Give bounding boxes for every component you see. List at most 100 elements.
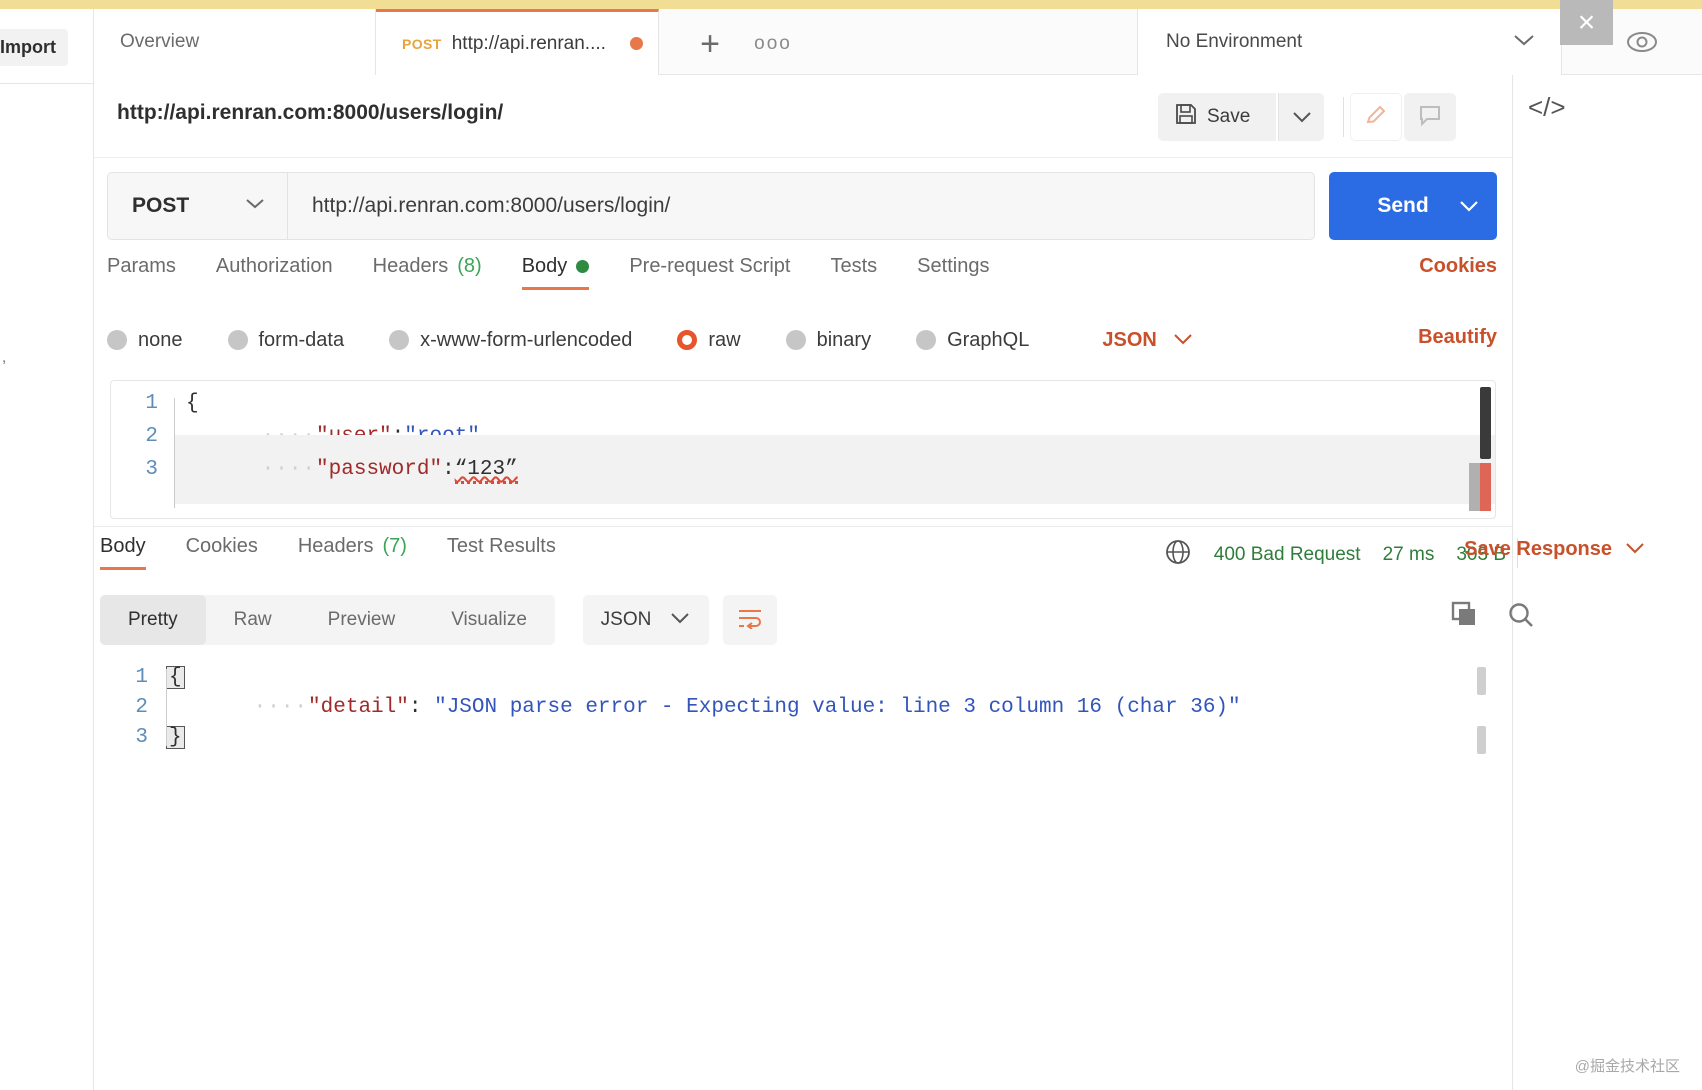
save-options-button[interactable] xyxy=(1278,93,1324,141)
response-time: 27 ms xyxy=(1383,544,1435,566)
tab-overview[interactable]: Overview xyxy=(94,9,376,75)
body-type-graphql-label: GraphQL xyxy=(947,329,1029,352)
body-type-selector: none form-data x-www-form-urlencoded raw… xyxy=(107,320,1497,360)
eye-icon[interactable] xyxy=(1622,25,1662,59)
body-language-selector[interactable]: JSON xyxy=(1102,329,1194,352)
chevron-down-icon xyxy=(669,609,691,631)
tab-tests[interactable]: Tests xyxy=(810,255,897,290)
body-type-none[interactable]: none xyxy=(107,329,183,352)
response-tab-body[interactable]: Body xyxy=(100,535,166,570)
format-visualize[interactable]: Visualize xyxy=(423,595,555,645)
response-tab-cookies[interactable]: Cookies xyxy=(166,535,278,570)
body-type-raw[interactable]: raw xyxy=(677,329,740,352)
editor-scrollbar-track xyxy=(1469,463,1480,511)
indent-dots: ···· xyxy=(262,458,316,481)
editor-scrollbar-thumb[interactable] xyxy=(1480,387,1491,459)
floppy-disk-icon xyxy=(1175,103,1197,131)
response-format-tabs: Pretty Raw Preview Visualize xyxy=(100,595,555,645)
save-button-label: Save xyxy=(1207,106,1250,128)
code-line-with-error: 3 ····"password":“123” xyxy=(111,453,1495,486)
response-scrollbar-thumb-bottom[interactable] xyxy=(1477,726,1486,754)
request-body-editor[interactable]: 1 { 2 ····"user":"root", 3 ····"password… xyxy=(110,380,1496,519)
tab-request-active[interactable]: POST http://api.renran.... xyxy=(376,9,659,75)
left-sidebar-rail: Import , xyxy=(0,9,94,1090)
headers-count-badge: (8) xyxy=(457,255,481,278)
line-number: 2 xyxy=(100,696,166,719)
response-scrollbar-thumb-top[interactable] xyxy=(1477,667,1486,695)
tab-headers[interactable]: Headers (8) xyxy=(353,255,502,290)
tab-tests-label: Tests xyxy=(830,255,877,278)
radio-selected-icon xyxy=(677,330,697,350)
code-content: ····"password":“123” xyxy=(174,435,1495,504)
wrap-text-icon xyxy=(737,607,763,634)
window-close-button[interactable]: × xyxy=(1560,0,1613,45)
tab-params[interactable]: Params xyxy=(107,255,196,290)
tab-pre-request-script[interactable]: Pre-request Script xyxy=(609,255,810,290)
send-options-button[interactable] xyxy=(1440,172,1497,240)
radio-icon xyxy=(107,330,127,350)
response-status-group: 400 Bad Request 27 ms 303 B xyxy=(1164,538,1506,572)
response-language-selector[interactable]: JSON xyxy=(583,595,709,645)
response-language-label: JSON xyxy=(601,609,652,631)
response-tab-body-label: Body xyxy=(100,535,146,558)
json-value: "JSON parse error - Expecting value: lin… xyxy=(434,696,1241,719)
body-type-graphql[interactable]: GraphQL xyxy=(916,329,1029,352)
search-icon[interactable] xyxy=(1506,600,1536,635)
format-preview[interactable]: Preview xyxy=(300,595,424,645)
chevron-down-icon xyxy=(1511,32,1537,53)
environment-selector[interactable]: No Environment xyxy=(1137,9,1562,75)
save-button[interactable]: Save xyxy=(1158,93,1276,141)
radio-icon xyxy=(389,330,409,350)
tab-authorization[interactable]: Authorization xyxy=(196,255,353,290)
body-present-dot-icon xyxy=(576,260,589,273)
tab-overflow-menu-button[interactable]: ooo xyxy=(748,27,798,61)
tab-overview-label: Overview xyxy=(120,31,199,53)
response-tab-test-results[interactable]: Test Results xyxy=(427,535,576,570)
save-response-label: Save Response xyxy=(1464,538,1612,561)
pencil-icon xyxy=(1364,103,1388,132)
response-code-content: ····"detail": "JSON parse error - Expect… xyxy=(166,673,1241,742)
chevron-down-icon xyxy=(243,196,267,216)
format-raw[interactable]: Raw xyxy=(206,595,300,645)
response-tab-test-results-label: Test Results xyxy=(447,535,556,558)
request-title: http://api.renran.com:8000/users/login/ xyxy=(117,101,503,125)
import-button[interactable]: Import xyxy=(0,29,68,66)
json-key: "detail" xyxy=(308,696,409,719)
response-body-viewer[interactable]: 1 { 2 ····"detail": "JSON parse error - … xyxy=(100,662,1500,782)
editor-scrollbar[interactable] xyxy=(1480,387,1491,512)
line-number: 1 xyxy=(111,392,174,415)
body-language-label: JSON xyxy=(1102,329,1156,352)
edit-documentation-button[interactable] xyxy=(1350,93,1402,141)
wrap-text-button[interactable] xyxy=(723,595,777,645)
response-section-tabs: Body Cookies Headers (7) Test Results xyxy=(100,535,860,583)
new-tab-button[interactable]: + xyxy=(689,23,731,65)
comments-button[interactable] xyxy=(1404,93,1456,141)
comment-icon xyxy=(1418,103,1442,132)
http-method-selector[interactable]: POST xyxy=(108,173,288,239)
tab-settings[interactable]: Settings xyxy=(897,255,1009,290)
cookies-link[interactable]: Cookies xyxy=(1419,255,1497,278)
save-response-button[interactable]: Save Response xyxy=(1464,538,1646,561)
line-number: 3 xyxy=(111,458,174,481)
json-key: "password" xyxy=(316,458,442,481)
tab-body[interactable]: Body xyxy=(502,255,610,290)
unsaved-changes-dot-icon xyxy=(630,37,643,50)
code-snippet-button[interactable]: </> xyxy=(1528,92,1566,123)
body-type-binary[interactable]: binary xyxy=(786,329,871,352)
request-url-input[interactable] xyxy=(288,173,1314,239)
json-value-invalid: “123” xyxy=(455,458,518,484)
tab-pre-request-script-label: Pre-request Script xyxy=(629,255,790,278)
copy-button[interactable] xyxy=(1450,600,1480,635)
chevron-down-icon xyxy=(1624,538,1646,561)
request-header-bar: http://api.renran.com:8000/users/login/ … xyxy=(94,75,1512,158)
watermark: @掘金技术社区 xyxy=(1575,1055,1680,1076)
body-type-urlencoded[interactable]: x-www-form-urlencoded xyxy=(389,329,632,352)
http-method-label: POST xyxy=(132,194,189,218)
format-pretty[interactable]: Pretty xyxy=(100,595,206,645)
json-colon: : xyxy=(442,458,455,481)
line-number: 1 xyxy=(100,666,166,689)
tab-request-title: http://api.renran.... xyxy=(452,33,606,55)
beautify-button[interactable]: Beautify xyxy=(1418,326,1497,349)
body-type-form-data[interactable]: form-data xyxy=(228,329,345,352)
response-tab-headers[interactable]: Headers (7) xyxy=(278,535,427,570)
